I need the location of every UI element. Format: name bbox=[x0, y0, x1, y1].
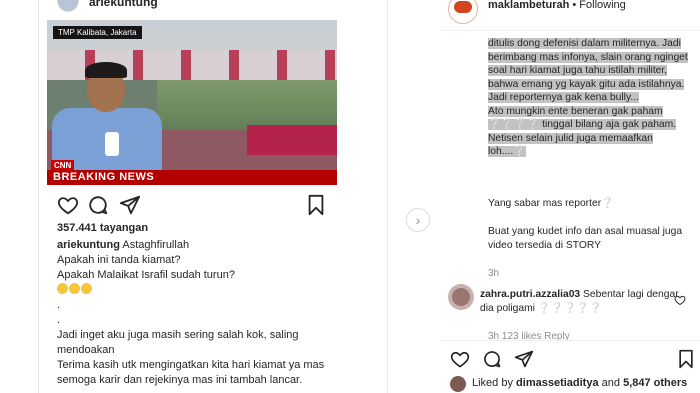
bookmark-icon[interactable] bbox=[305, 194, 327, 216]
heart-icon[interactable] bbox=[450, 349, 470, 369]
left-post: ariekuntung TMP Kalibata, Jakarta CNN BR… bbox=[0, 0, 440, 393]
caption-line: . bbox=[57, 314, 61, 326]
left-post-card: ariekuntung TMP Kalibata, Jakarta CNN BR… bbox=[38, 0, 388, 393]
left-post-video[interactable]: TMP Kalibata, Jakarta CNN BREAKING NEWS bbox=[47, 20, 337, 185]
breaking-news-banner: BREAKING NEWS bbox=[47, 170, 337, 185]
liker-avatar[interactable] bbox=[450, 376, 466, 392]
grinning-emoji-icon bbox=[81, 283, 92, 294]
share-icon[interactable] bbox=[514, 349, 534, 369]
caption-line: Astaghfirullah bbox=[122, 239, 190, 251]
caption-username[interactable]: ariekuntung bbox=[57, 239, 120, 251]
left-post-avatar[interactable] bbox=[57, 0, 79, 12]
caption-line: Jadi inget aku juga masih sering salah k… bbox=[57, 329, 299, 356]
comment: zahra.putri.azzalia03 Sebentar lagi deng… bbox=[480, 288, 680, 315]
right-post-panel: maklambeturah • Following ditulis dong d… bbox=[440, 0, 700, 393]
comment-icon[interactable] bbox=[482, 349, 502, 369]
comments-scroll-area[interactable]: ditulis dong defenisi dalam militernya. … bbox=[440, 30, 700, 342]
right-post-actions bbox=[440, 340, 700, 370]
left-post-username[interactable]: ariekuntung bbox=[89, 0, 158, 9]
grinning-emoji-icon bbox=[69, 283, 80, 294]
liked-by-text: Liked by dimassetiaditya and 5,847 other… bbox=[472, 377, 688, 389]
post-time: 3h bbox=[488, 268, 500, 279]
caption-line: . bbox=[57, 299, 61, 311]
maklambeturah-avatar[interactable] bbox=[448, 0, 478, 24]
others-likes-link[interactable]: 5,847 others bbox=[623, 377, 687, 389]
heart-icon[interactable] bbox=[57, 194, 79, 216]
bookmark-icon[interactable] bbox=[676, 349, 696, 369]
comment-icon[interactable] bbox=[87, 194, 109, 216]
grinning-emoji-icon bbox=[57, 283, 68, 294]
left-post-caption: ariekuntung Astaghfirullah Apakah ini ta… bbox=[57, 238, 337, 388]
comment-username[interactable]: zahra.putri.azzalia03 bbox=[480, 289, 580, 300]
caption-line: Terima kasih utk mengingatkan kita hari … bbox=[57, 359, 325, 371]
share-icon[interactable] bbox=[119, 194, 141, 216]
right-post-header-text: maklambeturah • Following bbox=[488, 0, 626, 11]
caption-text: Yang sabar mas reporter❔ bbox=[488, 198, 614, 209]
right-post-header: maklambeturah • Following bbox=[440, 0, 700, 24]
caption-line: semoga karir dan rejekinya mas ini tamba… bbox=[57, 374, 303, 386]
video-frame: TMP Kalibata, Jakarta CNN BREAKING NEWS bbox=[47, 20, 337, 185]
liker-username[interactable]: dimassetiaditya bbox=[516, 377, 599, 389]
commenter-avatar[interactable] bbox=[448, 284, 474, 310]
emoji-row bbox=[57, 283, 337, 298]
highlighted-text: ditulis dong defenisi dalam militernya. … bbox=[488, 38, 688, 103]
comment-like-heart-icon[interactable] bbox=[674, 294, 686, 306]
view-count: 357.441 tayangan bbox=[57, 222, 149, 234]
header-separator: • bbox=[572, 0, 577, 11]
highlighted-text: Ato mungkin ente beneran gak paham ❔❔❔❔ … bbox=[488, 105, 677, 157]
following-button[interactable]: Following bbox=[579, 0, 625, 11]
next-post-arrow-icon[interactable]: › bbox=[406, 208, 430, 232]
right-post-username[interactable]: maklambeturah bbox=[488, 0, 569, 11]
highlighted-caption: ditulis dong defenisi dalam militernya. … bbox=[488, 37, 688, 159]
caption-text: Buat yang kudet info dan asal muasal jug… bbox=[488, 226, 683, 251]
caption-line: Apakah Malaikat Israfil sudah turun? bbox=[57, 269, 235, 281]
caption-line: Apakah ini tanda kiamat? bbox=[57, 254, 181, 266]
liked-by-row: Liked by dimassetiaditya and 5,847 other… bbox=[450, 374, 700, 392]
left-post-actions bbox=[57, 194, 327, 216]
video-location-label: TMP Kalibata, Jakarta bbox=[53, 26, 142, 39]
